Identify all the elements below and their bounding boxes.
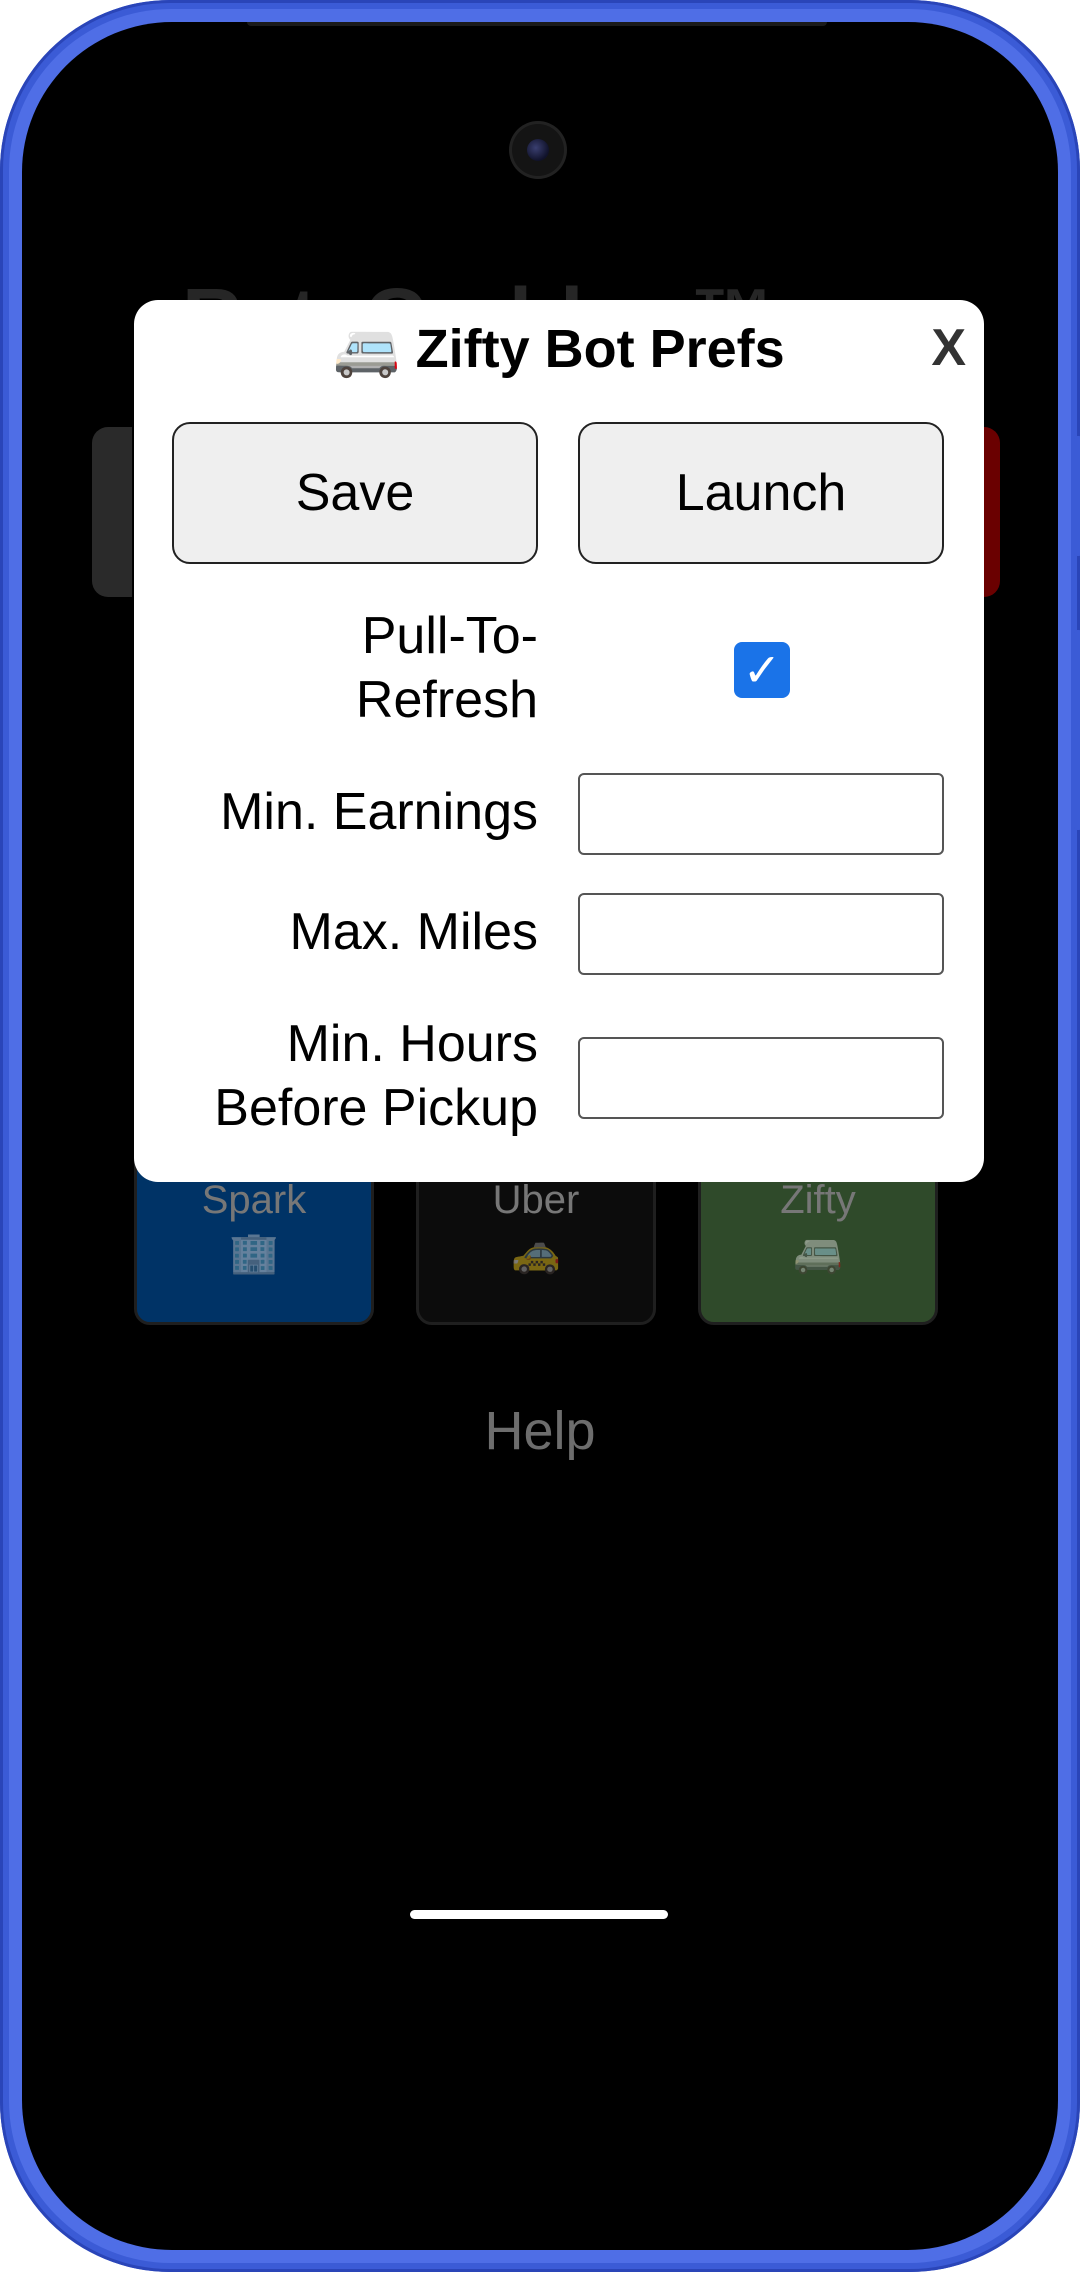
pull-to-refresh-label-line2: Refresh	[355, 671, 538, 729]
min-hours-label: Min. Hours Before Pickup	[214, 1012, 538, 1140]
min-hours-label-line1: Min. Hours	[286, 1015, 538, 1073]
dialog-title: 🚐 Zifty Bot Prefs	[134, 318, 984, 381]
pull-to-refresh-label-line1: Pull-To-	[361, 607, 538, 665]
office-building-icon: 🏢	[229, 1231, 279, 1275]
launch-button[interactable]: Launch	[578, 422, 944, 564]
pull-to-refresh-checkbox[interactable]: ✓	[734, 642, 790, 698]
home-indicator[interactable]	[410, 1910, 668, 1919]
max-miles-input[interactable]	[578, 893, 944, 975]
min-hours-input[interactable]	[578, 1037, 944, 1119]
min-hours-label-line2: Before Pickup	[214, 1079, 538, 1137]
tile-spark-label: Spark	[201, 1178, 307, 1222]
taxi-icon: 🚕	[511, 1231, 561, 1275]
minibus-icon: 🚐	[333, 319, 401, 379]
help-link[interactable]: Help	[22, 1400, 1058, 1462]
checkmark-icon: ✓	[742, 644, 782, 696]
min-earnings-label: Min. Earnings	[220, 783, 538, 841]
prefs-dialog: 🚐 Zifty Bot Prefs X Save Launch Pull-To-…	[134, 300, 984, 1182]
minibus-icon: 🚐	[793, 1231, 843, 1275]
tile-uber-label: Uber	[492, 1178, 580, 1222]
notch	[247, 22, 827, 26]
save-button[interactable]: Save	[172, 422, 538, 564]
tile-zifty-label: Zifty	[780, 1178, 856, 1222]
background-button-left	[92, 427, 132, 597]
front-camera	[512, 124, 564, 176]
close-button[interactable]: X	[931, 318, 966, 378]
screen: RateGrabber™ Spark 🏢 Uber 🚕 Zifty 🚐 Help…	[22, 22, 1058, 2250]
min-earnings-input[interactable]	[578, 773, 944, 855]
dialog-title-text: Zifty Bot Prefs	[415, 319, 785, 379]
max-miles-label: Max. Miles	[289, 903, 538, 961]
volume-up-button	[1074, 436, 1080, 556]
pull-to-refresh-label: Pull-To- Refresh	[356, 604, 538, 732]
power-button	[1074, 630, 1080, 830]
